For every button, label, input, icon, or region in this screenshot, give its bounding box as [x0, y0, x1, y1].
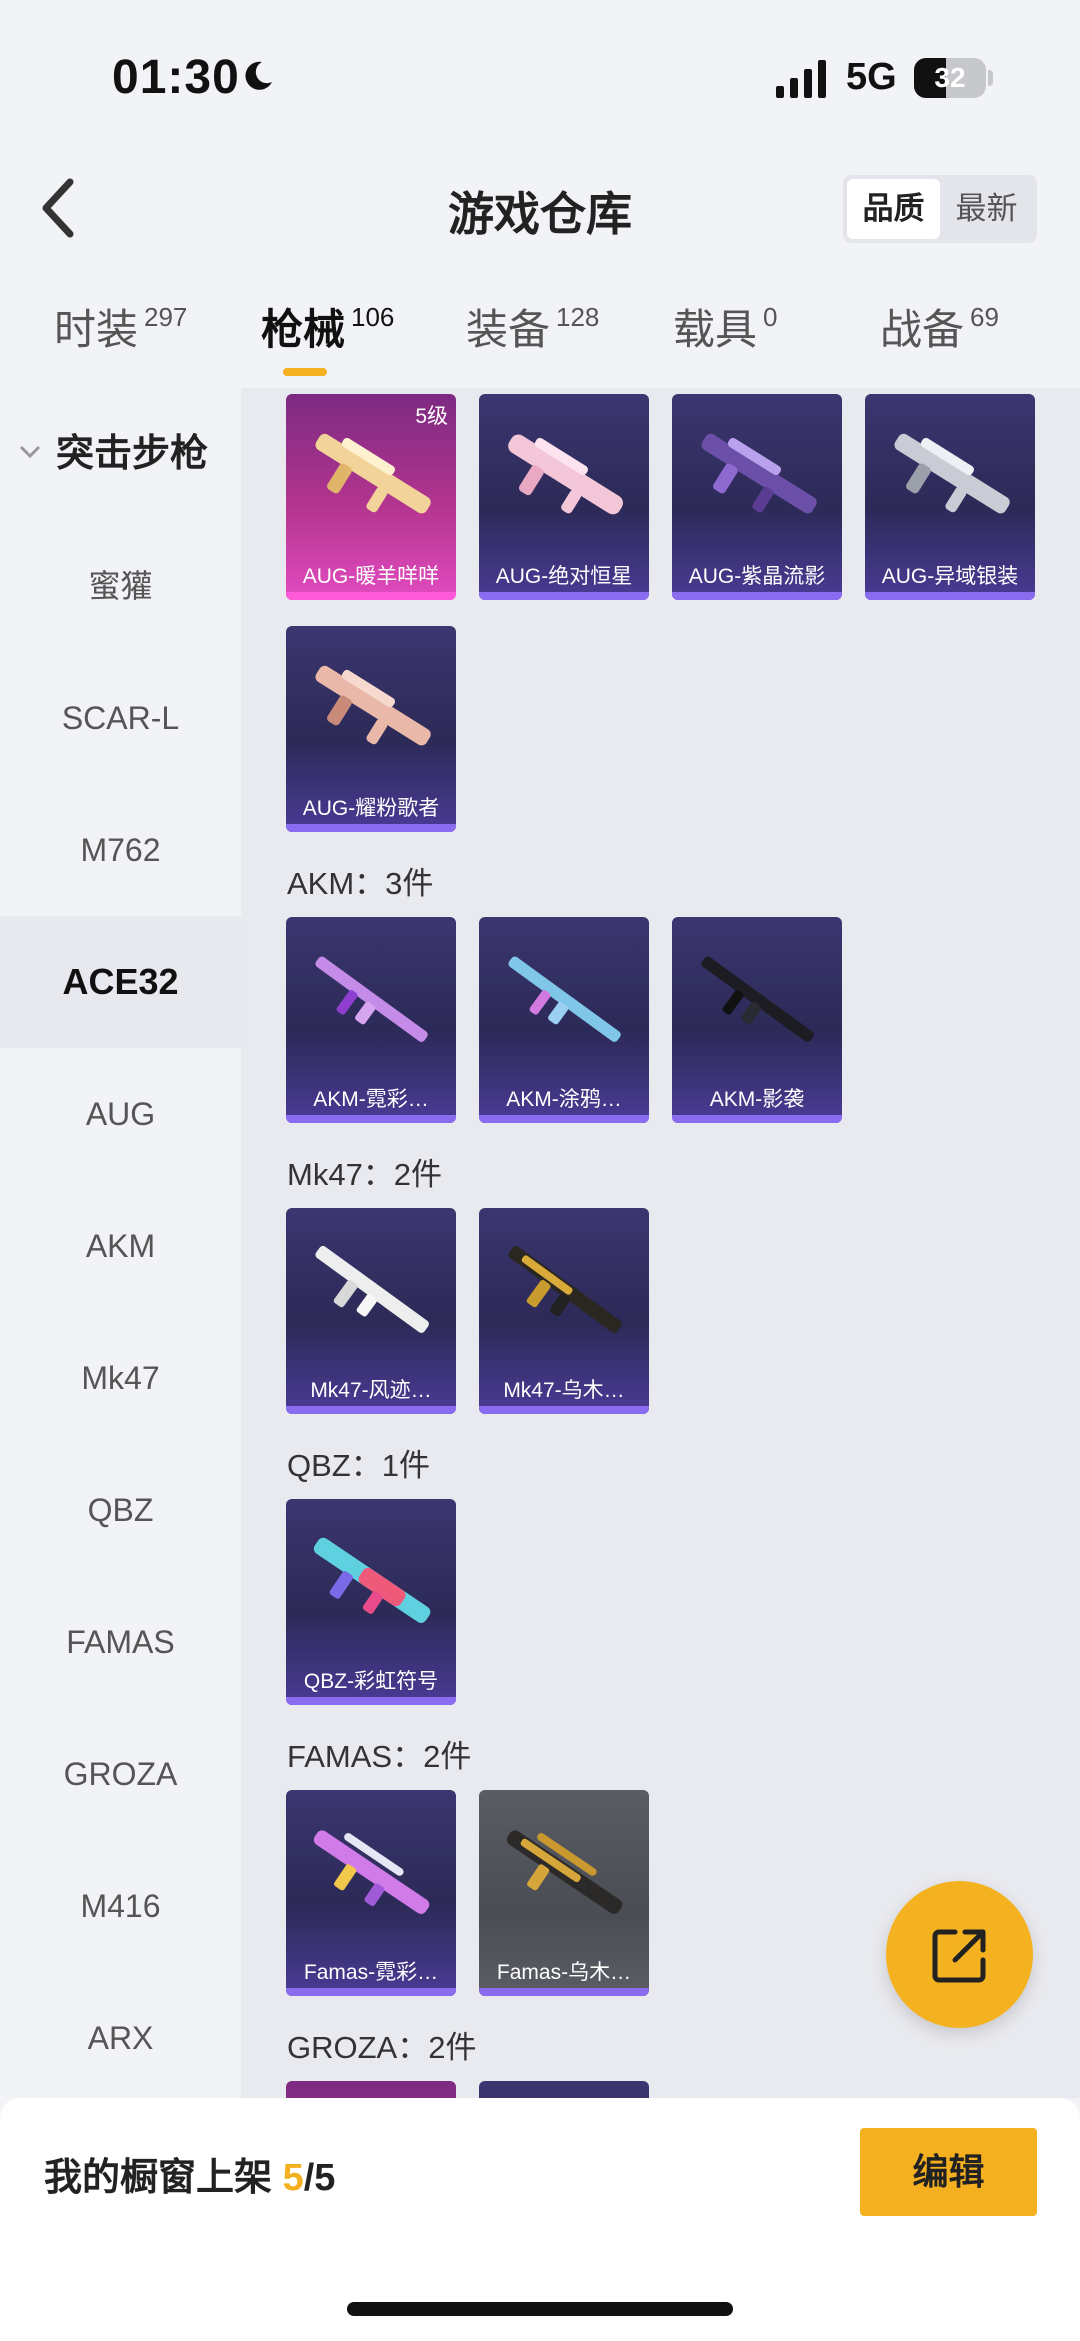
- tab-count: 106: [351, 302, 395, 332]
- sidebar-item-aug[interactable]: AUG: [0, 1048, 241, 1180]
- skin-name: Famas-乌木…: [496, 1961, 632, 1984]
- skin-card[interactable]: Famas-霓彩…: [286, 1790, 456, 1996]
- aug-rifle-rose-icon: [315, 665, 431, 746]
- sort-option-latest[interactable]: 最新: [940, 179, 1033, 239]
- skin-name: AUG-暖羊咩咩: [302, 565, 440, 588]
- category-tabs: 时装 297 枪械 106 装备 128 载具 0 战备 69: [0, 296, 1080, 386]
- skin-name: AUG-紫晶流影: [688, 565, 826, 588]
- skin-name: QBZ-彩虹符号: [303, 1670, 439, 1693]
- sidebar-item-akm[interactable]: AKM: [0, 1180, 241, 1312]
- status-bar: 01:30 5G 32: [0, 0, 1080, 140]
- weapon-category-sidebar: 突击步枪 蜜獾 SCAR-L M762 ACE32 AUG AKM Mk47 Q…: [0, 388, 241, 2098]
- sidebar-group-assault-rifles[interactable]: 突击步枪: [0, 388, 241, 520]
- skin-card[interactable]: AUG-耀粉歌者: [286, 626, 456, 832]
- tab-count: 0: [763, 302, 778, 332]
- akm-rifle-icon: [508, 956, 621, 1042]
- home-indicator: [347, 2302, 733, 2316]
- tab-label: 载具: [673, 306, 758, 353]
- tab-count: 128: [556, 302, 600, 332]
- sidebar-item-famas[interactable]: FAMAS: [0, 1576, 241, 1708]
- skin-card[interactable]: Mk47-风迹…: [286, 1208, 456, 1414]
- section-label-groza: GROZA：2件: [287, 2030, 477, 2065]
- skin-card[interactable]: AUG-紫晶流影: [672, 394, 842, 600]
- status-time: 01:30: [112, 51, 240, 104]
- battery-icon: 32: [914, 58, 986, 98]
- skin-card[interactable]: [286, 2081, 456, 2098]
- section-label-mk47: Mk47：2件: [287, 1157, 443, 1192]
- skin-card[interactable]: AUG-绝对恒星: [479, 394, 649, 600]
- signal-icon: [776, 60, 826, 98]
- akm-rifle-icon: [315, 956, 428, 1042]
- akm-rifle-black-icon: [701, 956, 814, 1042]
- share-out-icon: [932, 1929, 986, 1983]
- tab-count: 297: [144, 302, 188, 332]
- skin-name: AKM-霓彩…: [313, 1088, 429, 1111]
- skin-card[interactable]: AKM-影袭: [672, 917, 842, 1123]
- sidebar-item-mk47[interactable]: Mk47: [0, 1312, 241, 1444]
- famas-rifle-gold-icon: [506, 1830, 623, 1914]
- tab-outfits[interactable]: 时装 297: [54, 296, 187, 376]
- showcase-count: 5: [282, 2157, 304, 2199]
- tab-count: 69: [970, 302, 999, 332]
- skin-card[interactable]: Mk47-乌木…: [479, 1208, 649, 1414]
- active-tab-indicator: [283, 368, 327, 376]
- sidebar-group-label: 突击步枪: [56, 433, 209, 475]
- skin-name: AKM-影袭: [709, 1088, 805, 1111]
- skin-card[interactable]: [479, 2081, 649, 2098]
- skin-card[interactable]: QBZ-彩虹符号: [286, 1499, 456, 1705]
- aug-rifle-gold-icon: [315, 433, 431, 514]
- skin-name: Famas-霓彩…: [303, 1961, 439, 1984]
- skin-name: Mk47-风迹…: [310, 1379, 432, 1402]
- mk47-rifle-gold-icon: [508, 1245, 622, 1333]
- sidebar-item-m762[interactable]: M762: [0, 784, 241, 916]
- section-label-akm: AKM：3件: [287, 866, 434, 901]
- sort-toggle[interactable]: 品质 最新: [843, 175, 1037, 243]
- network-label: 5G: [846, 56, 897, 98]
- skin-name: AUG-绝对恒星: [495, 565, 633, 588]
- tab-label: 装备: [466, 306, 551, 353]
- aug-rifle-silver-icon: [894, 433, 1010, 514]
- tab-supplies[interactable]: 战备 69: [880, 296, 999, 376]
- showcase-status: 我的橱窗上架 5/5: [44, 2146, 335, 2201]
- moon-icon: [245, 61, 272, 90]
- sidebar-item-groza[interactable]: GROZA: [0, 1708, 241, 1840]
- edit-button[interactable]: 编辑: [860, 2128, 1037, 2216]
- skin-card[interactable]: AUG-异域银装: [865, 394, 1035, 600]
- qbz-rifle-icon: [313, 1537, 431, 1623]
- tab-label: 战备: [880, 306, 965, 353]
- sort-option-quality[interactable]: 品质: [847, 179, 940, 239]
- share-button[interactable]: [886, 1881, 1033, 2028]
- sidebar-item-scar-l[interactable]: SCAR-L: [0, 652, 241, 784]
- tab-equipment[interactable]: 装备 128: [466, 296, 599, 376]
- sidebar-item-ace32[interactable]: ACE32: [0, 916, 241, 1048]
- showcase-total: /5: [303, 2157, 336, 2199]
- chevron-down-icon: [19, 445, 41, 459]
- tab-vehicles[interactable]: 载具 0: [673, 296, 777, 376]
- tab-label: 时装: [54, 306, 139, 353]
- tab-label: 枪械: [261, 306, 346, 353]
- battery-level: 32: [934, 62, 966, 93]
- tab-weapons[interactable]: 枪械 106: [261, 296, 394, 376]
- skin-name: Mk47-乌木…: [503, 1379, 625, 1402]
- skin-name: AUG-异域银装: [881, 565, 1019, 588]
- famas-rifle-icon: [313, 1830, 430, 1914]
- weapon-skin-grid: 5级 AUG-暖羊咩咩 AUG-绝对恒星 AUG-紫晶流影 AUG-异域银装 A…: [241, 388, 1080, 2098]
- skin-name: AKM-涂鸦…: [506, 1088, 622, 1111]
- sidebar-item-arx[interactable]: ARX: [0, 1972, 241, 2104]
- aug-rifle-violet-icon: [701, 433, 817, 514]
- mk47-rifle-white-icon: [315, 1245, 429, 1333]
- skin-name: AUG-耀粉歌者: [302, 797, 440, 820]
- aug-rifle-pink-icon: [508, 434, 623, 515]
- showcase-label: 我的橱窗上架: [44, 2157, 273, 2199]
- sidebar-item-honey-badger[interactable]: 蜜獾: [0, 520, 241, 652]
- section-label-qbz: QBZ：1件: [287, 1448, 430, 1483]
- skin-card[interactable]: Famas-乌木…: [479, 1790, 649, 1996]
- skin-card[interactable]: AKM-霓彩…: [286, 917, 456, 1123]
- section-label-famas: FAMAS：2件: [287, 1739, 472, 1774]
- sidebar-item-m416[interactable]: M416: [0, 1840, 241, 1972]
- skin-card[interactable]: AKM-涂鸦…: [479, 917, 649, 1123]
- sidebar-item-qbz[interactable]: QBZ: [0, 1444, 241, 1576]
- skin-card[interactable]: 5级 AUG-暖羊咩咩: [286, 394, 456, 600]
